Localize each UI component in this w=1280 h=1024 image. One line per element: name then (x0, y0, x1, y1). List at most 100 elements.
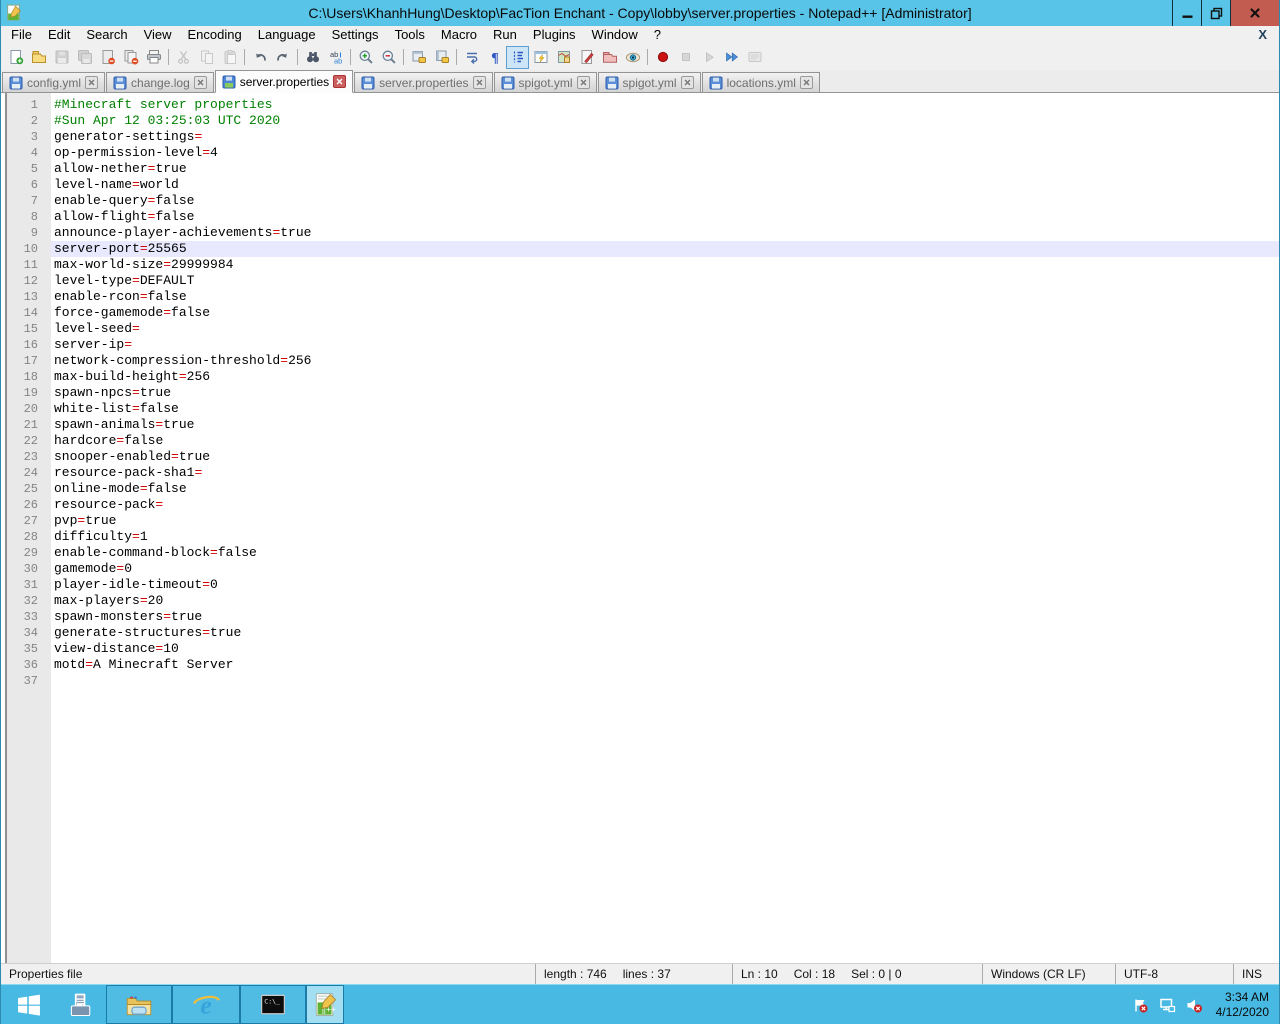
taskbar-clock[interactable]: 3:34 AM 4/12/2020 (1212, 990, 1269, 1020)
monitoring-button[interactable] (621, 46, 644, 69)
zoom-out-button[interactable] (377, 46, 400, 69)
tab-close-icon[interactable] (193, 76, 207, 89)
editor-line-5[interactable]: 5 allow-nether=true (1, 161, 1279, 177)
open-file-button[interactable] (27, 46, 50, 69)
document-map-button[interactable] (552, 46, 575, 69)
line-number[interactable]: 29 (1, 545, 51, 561)
editor-line-32[interactable]: 32 max-players=20 (1, 593, 1279, 609)
close-all-button[interactable] (119, 46, 142, 69)
line-number[interactable]: 30 (1, 561, 51, 577)
line-number[interactable]: 22 (1, 433, 51, 449)
find-button[interactable] (301, 46, 324, 69)
show-indent-guide-button[interactable] (506, 45, 529, 69)
print-button[interactable] (142, 46, 165, 69)
volume-muted-icon[interactable] (1185, 996, 1203, 1014)
word-wrap-button[interactable] (460, 46, 483, 69)
line-number[interactable]: 23 (1, 449, 51, 465)
line-number[interactable]: 5 (1, 161, 51, 177)
menu-run[interactable]: Run (485, 26, 525, 44)
show-all-characters-button[interactable]: ¶ (483, 46, 506, 69)
menu-view[interactable]: View (136, 26, 180, 44)
editor-line-7[interactable]: 7 enable-query=false (1, 193, 1279, 209)
command-prompt-button[interactable]: C:\_ (240, 985, 306, 1024)
line-number[interactable]: 25 (1, 481, 51, 497)
tab-change-log-1[interactable]: change.log (106, 72, 214, 92)
notepad-plus-plus-button[interactable]: ‖++ (306, 985, 344, 1024)
macro-play-button[interactable] (697, 46, 720, 69)
folder-as-workspace-button[interactable] (598, 46, 621, 69)
editor-line-22[interactable]: 22 hardcore=false (1, 433, 1279, 449)
line-number[interactable]: 7 (1, 193, 51, 209)
line-number[interactable]: 19 (1, 385, 51, 401)
line-number[interactable]: 13 (1, 289, 51, 305)
line-number[interactable]: 24 (1, 465, 51, 481)
editor-line-14[interactable]: 14 force-gamemode=false (1, 305, 1279, 321)
line-number[interactable]: 27 (1, 513, 51, 529)
editor-line-9[interactable]: 9 announce-player-achievements=true (1, 225, 1279, 241)
line-number[interactable]: 16 (1, 337, 51, 353)
macro-stop-button[interactable] (674, 46, 697, 69)
zoom-in-button[interactable] (354, 46, 377, 69)
menu-edit[interactable]: Edit (40, 26, 78, 44)
line-number[interactable]: 2 (1, 113, 51, 129)
function-list-button[interactable] (529, 46, 552, 69)
internet-explorer-button[interactable]: e (172, 985, 240, 1024)
tab-spigot-yml-5[interactable]: spigot.yml (597, 72, 701, 92)
menu-language[interactable]: Language (250, 26, 324, 44)
macro-run-multiple-button[interactable] (720, 46, 743, 69)
save-file-button[interactable] (50, 46, 73, 69)
line-number[interactable]: 36 (1, 657, 51, 673)
tab-spigot-yml-4[interactable]: spigot.yml (493, 72, 597, 92)
tab-close-icon[interactable] (576, 76, 590, 89)
minimize-button[interactable] (1172, 0, 1201, 26)
replace-button[interactable]: ab ab (324, 46, 347, 69)
line-number[interactable]: 34 (1, 625, 51, 641)
tab-close-icon[interactable] (799, 76, 813, 89)
close-file-button[interactable] (96, 46, 119, 69)
menu-help[interactable]: ? (646, 26, 669, 44)
menubar-close-button[interactable]: X (1258, 26, 1267, 44)
restore-button[interactable] (1201, 0, 1230, 26)
editor-line-31[interactable]: 31 player-idle-timeout=0 (1, 577, 1279, 593)
editor-line-11[interactable]: 11 max-world-size=29999984 (1, 257, 1279, 273)
editor-line-17[interactable]: 17 network-compression-threshold=256 (1, 353, 1279, 369)
editor-line-6[interactable]: 6 level-name=world (1, 177, 1279, 193)
line-number[interactable]: 4 (1, 145, 51, 161)
line-number[interactable]: 1 (1, 97, 51, 113)
line-number[interactable]: 21 (1, 417, 51, 433)
editor-line-30[interactable]: 30 gamemode=0 (1, 561, 1279, 577)
paste-button[interactable] (218, 46, 241, 69)
line-number[interactable]: 11 (1, 257, 51, 273)
line-number[interactable]: 3 (1, 129, 51, 145)
line-number[interactable]: 35 (1, 641, 51, 657)
editor-line-27[interactable]: 27 pvp=true (1, 513, 1279, 529)
editor-line-33[interactable]: 33 spawn-monsters=true (1, 609, 1279, 625)
cut-button[interactable] (172, 46, 195, 69)
editor-line-19[interactable]: 19 spawn-npcs=true (1, 385, 1279, 401)
tab-locations-yml-6[interactable]: locations.yml (701, 72, 820, 92)
tab-close-icon[interactable] (333, 75, 347, 88)
editor-line-8[interactable]: 8 allow-flight=false (1, 209, 1279, 225)
document-content[interactable]: 1 #Minecraft server properties 2 #Sun Apr 1… (1, 97, 1279, 689)
macro-record-button[interactable] (651, 46, 674, 69)
sync-vertical-scroll-button[interactable] (407, 46, 430, 69)
line-number[interactable]: 14 (1, 305, 51, 321)
editor-line-18[interactable]: 18 max-build-height=256 (1, 369, 1279, 385)
menu-macro[interactable]: Macro (433, 26, 485, 44)
editor-pane[interactable]: 1 #Minecraft server properties 2 #Sun Apr 1… (1, 93, 1279, 963)
line-number[interactable]: 31 (1, 577, 51, 593)
editor-line-16[interactable]: 16 server-ip= (1, 337, 1279, 353)
menu-file[interactable]: File (3, 26, 40, 44)
editor-line-29[interactable]: 29 enable-command-block=false (1, 545, 1279, 561)
tab-close-icon[interactable] (85, 76, 99, 89)
menu-plugins[interactable]: Plugins (525, 26, 584, 44)
line-number[interactable]: 32 (1, 593, 51, 609)
action-center-alert-icon[interactable] (1131, 996, 1149, 1014)
editor-line-28[interactable]: 28 difficulty=1 (1, 529, 1279, 545)
editor-line-23[interactable]: 23 snooper-enabled=true (1, 449, 1279, 465)
line-number[interactable]: 12 (1, 273, 51, 289)
close-button[interactable] (1230, 0, 1279, 26)
line-number[interactable]: 8 (1, 209, 51, 225)
menu-settings[interactable]: Settings (324, 26, 387, 44)
line-number[interactable]: 10 (1, 241, 51, 257)
